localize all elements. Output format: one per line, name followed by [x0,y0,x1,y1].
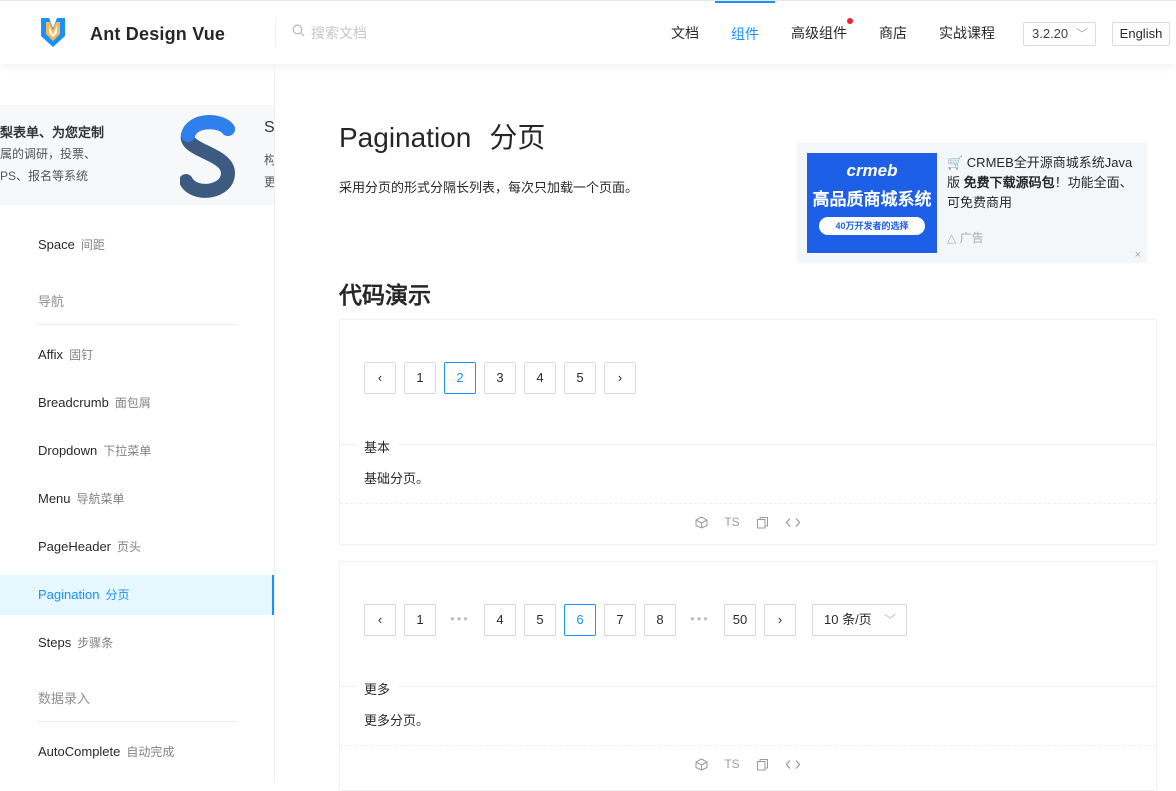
nav-item-docs[interactable]: 文档 [655,1,715,65]
sidebar: 梨表单、为您定制 属的调研，投票、 PS、报名等系统 Su 构更 Space间距… [0,64,275,783]
search-input[interactable]: 搜索文档 [311,23,367,43]
page-item[interactable]: 1 [404,604,436,636]
promo-text: PS、报名等系统 [0,169,89,183]
ad-label: △ 广告 [947,231,984,245]
next-page-button[interactable]: › [764,604,796,636]
typescript-toggle[interactable]: TS [724,757,739,771]
demo-card-more: ‹ 1 ••• 4 5 6 7 8 ••• 50 › 10 条/页 ﹀ 更多 更… [339,561,1157,791]
chevron-right-icon: › [617,370,623,385]
sidebar-item-affix[interactable]: Affix 固钉 [0,335,274,375]
expand-code-icon[interactable] [785,517,801,528]
ant-design-vue-logo-icon [40,16,66,53]
top-header: Ant Design Vue 搜索文档 文档 组件 高级组件 商店 实战课程 3… [0,0,1176,64]
pagination-basic: ‹ 1 2 3 4 5 › [364,362,644,394]
sidebar-group-data-entry: 数据录入 [38,688,237,722]
sidebar-item-space[interactable]: Space 间距 [0,225,274,265]
language-switch-button[interactable]: English [1112,22,1170,46]
close-icon[interactable]: × [1135,249,1141,261]
page-item[interactable]: 8 [644,604,676,636]
sidebar-group-navigation: 导航 [38,291,237,325]
nav-item-courses[interactable]: 实战课程 [923,1,1011,65]
ad-image[interactable]: crmeb 高品质商城系统 40万开发者的选择 [807,153,937,253]
nav-item-components[interactable]: 组件 [715,1,775,65]
page-item-active[interactable]: 6 [564,604,596,636]
jump-prev-ellipsis[interactable]: ••• [444,604,476,636]
logo-link[interactable]: Ant Design Vue [40,16,225,53]
code-actions: TS [340,757,1156,771]
next-page-button[interactable]: › [604,362,636,394]
section-title: 代码演示 [339,282,431,308]
page-item[interactable]: 4 [524,362,556,394]
chevron-down-icon: ﹀ [883,613,896,627]
page-item[interactable]: 4 [484,604,516,636]
sidebar-promo-banner[interactable]: 梨表单、为您定制 属的调研，投票、 PS、报名等系统 Su 构更 [0,105,275,205]
chevron-right-icon: › [777,612,783,627]
site-title: Ant Design Vue [90,24,226,44]
sidebar-item-pagination[interactable]: Pagination 分页 [0,575,274,615]
divider [340,444,1156,445]
expand-code-icon[interactable] [785,759,801,770]
top-nav: 文档 组件 高级组件 商店 实战课程 [655,1,1011,65]
page-item[interactable]: 7 [604,604,636,636]
sidebar-item-autocomplete[interactable]: AutoComplete 自动完成 [0,732,274,772]
demo-title: 基本 [356,437,399,456]
advertisement[interactable]: crmeb 高品质商城系统 40万开发者的选择 🛒 CRMEB全开源商城系统Ja… [797,143,1147,263]
sidebar-item-pageheader[interactable]: PageHeader 页头 [0,527,274,567]
sidebar-item-dropdown[interactable]: Dropdown 下拉菜单 [0,431,274,471]
promo-headline: 梨表单、为您定制 [0,125,105,140]
page-item[interactable]: 5 [524,604,556,636]
page-item[interactable]: 1 [404,362,436,394]
divider [340,745,1156,746]
promo-side-text: 构更 [264,153,275,189]
page-item[interactable]: 3 [484,362,516,394]
nav-item-store[interactable]: 商店 [863,1,923,65]
code-actions: TS [340,515,1156,529]
page-description: 采用分页的形式分隔长列表，每次只加载一个页面。 [339,180,639,195]
promo-text: 属的调研，投票、 [0,147,97,161]
codesandbox-icon[interactable] [695,757,708,771]
demo-description: 基础分页。 [364,471,430,486]
page-item[interactable]: 5 [564,362,596,394]
prev-page-button[interactable]: ‹ [364,604,396,636]
copy-icon[interactable] [756,758,769,771]
chevron-left-icon: ‹ [377,612,383,627]
sidebar-item-steps[interactable]: Steps 步骤条 [0,623,274,663]
promo-s-logo-icon [179,115,236,204]
main-content: Pagination 分页 采用分页的形式分隔长列表，每次只加载一个页面。 crm… [275,64,1176,791]
ad-triangle-icon: △ [947,231,957,245]
chevron-down-icon: ﹀ [1075,27,1088,41]
search-icon [292,24,305,42]
page-size-select[interactable]: 10 条/页 ﹀ [812,604,907,636]
version-value: 3.2.20 [1032,26,1069,41]
demo-description: 更多分页。 [364,713,430,728]
promo-side-title: Su [264,119,275,136]
ad-text[interactable]: 🛒 CRMEB全开源商城系统Java版 免费下载源码包！功能全面、可免费商用 [947,153,1137,213]
search-box[interactable]: 搜索文档 [275,19,367,47]
typescript-toggle[interactable]: TS [724,515,739,529]
page-item-active[interactable]: 2 [444,362,476,394]
pagination-more: ‹ 1 ••• 4 5 6 7 8 ••• 50 › 10 条/页 ﹀ [364,604,907,636]
jump-next-ellipsis[interactable]: ••• [684,604,716,636]
page-item[interactable]: 50 [724,604,756,636]
copy-icon[interactable] [756,516,769,529]
sidebar-item-menu[interactable]: Menu 导航菜单 [0,479,274,519]
version-select[interactable]: 3.2.20 ﹀ [1023,22,1096,46]
page-title: Pagination 分页 [339,122,546,153]
sidebar-item-breadcrumb[interactable]: Breadcrumb 面包屑 [0,383,274,423]
divider [340,686,1156,687]
notification-dot [847,18,853,24]
nav-item-advanced-components[interactable]: 高级组件 [775,1,863,65]
codesandbox-icon[interactable] [695,515,708,529]
chevron-left-icon: ‹ [377,370,383,385]
demo-title: 更多 [356,679,399,698]
prev-page-button[interactable]: ‹ [364,362,396,394]
divider [340,503,1156,504]
demo-card-basic: ‹ 1 2 3 4 5 › 基本 基础分页。 TS [339,319,1157,545]
